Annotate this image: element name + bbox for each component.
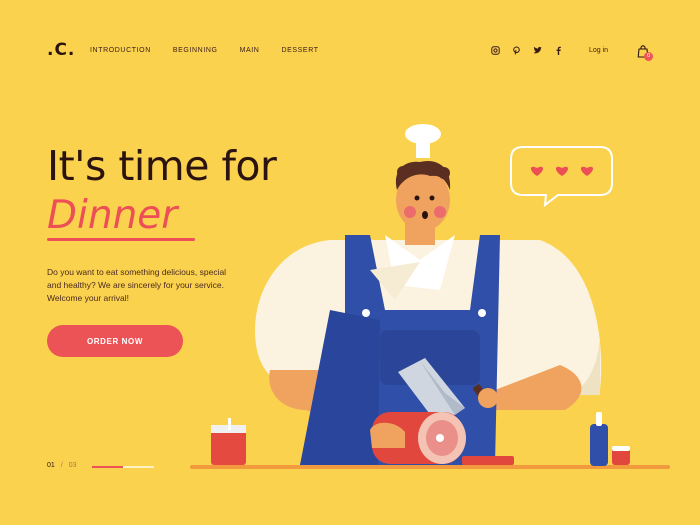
pagination: 01 / 03 (47, 462, 77, 469)
social-links (491, 46, 563, 55)
sauce-bottle (590, 412, 630, 466)
order-now-button[interactable]: ORDER NOW (47, 325, 183, 357)
twitter-icon[interactable] (533, 46, 542, 55)
speech-bubble (510, 146, 613, 208)
slide-progress-bar[interactable] (92, 466, 154, 468)
nav-beginning[interactable]: BEGINNING (173, 47, 218, 54)
login-link[interactable]: Log in (589, 47, 608, 54)
slide-progress-fill (92, 466, 123, 468)
nav-introduction[interactable]: INTRODUCTION (90, 47, 151, 54)
cart-count-badge: 0 (644, 52, 653, 61)
heart-icon (580, 166, 594, 176)
main-nav: INTRODUCTION BEGINNING MAIN DESSERT (90, 47, 319, 54)
hearts-group (530, 166, 594, 176)
title-underline (47, 238, 195, 241)
page-current: 01 (47, 462, 55, 469)
pinterest-icon[interactable] (512, 46, 521, 55)
cart-button[interactable]: 0 (637, 45, 653, 61)
heart-icon (530, 166, 544, 176)
page-total: 03 (68, 462, 77, 469)
page-separator: / (60, 462, 63, 469)
hero-title-accent: Dinner (47, 193, 178, 238)
heart-icon (555, 166, 569, 176)
nav-dessert[interactable]: DESSERT (281, 47, 318, 54)
nav-main[interactable]: MAIN (240, 47, 260, 54)
logo[interactable]: .C. (47, 40, 75, 60)
facebook-icon[interactable] (554, 46, 563, 55)
juice-cup (211, 418, 246, 465)
instagram-icon[interactable] (491, 46, 500, 55)
chef-illustration (190, 124, 670, 469)
